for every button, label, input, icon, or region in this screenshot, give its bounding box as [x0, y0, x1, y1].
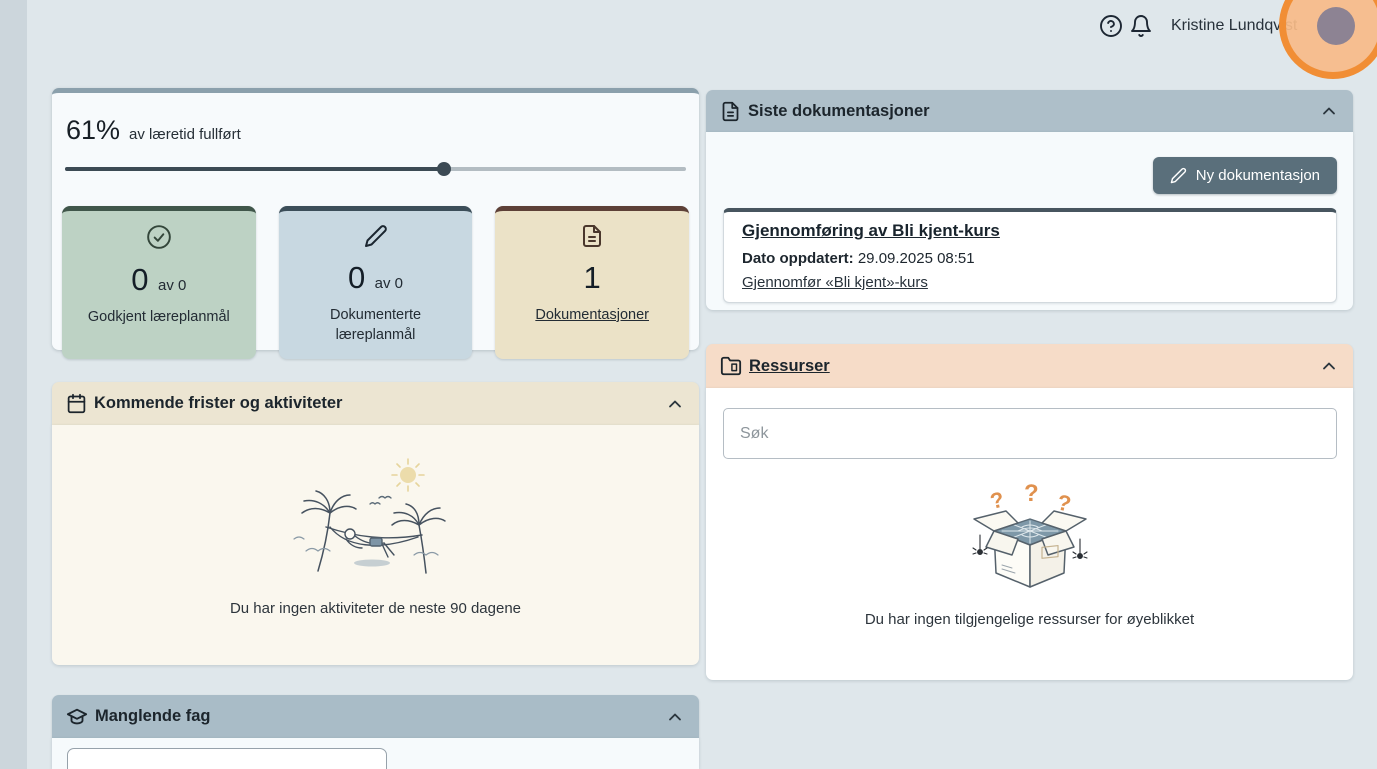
- progress-summary-card: 61% av læretid fullført 0 av 0 Godkjent …: [52, 88, 699, 350]
- stat-label: Dokumenterte læreplanmål: [279, 305, 473, 346]
- check-circle-icon: [62, 224, 256, 250]
- missing-subjects-select[interactable]: [67, 748, 387, 769]
- chevron-up-icon[interactable]: [1319, 101, 1339, 121]
- documentations-title: Siste dokumentasjoner: [748, 102, 930, 121]
- help-icon[interactable]: [1099, 14, 1123, 38]
- stat-card-documentations: 1 Dokumentasjoner: [495, 206, 689, 359]
- progress-thumb[interactable]: [437, 162, 451, 176]
- resources-panel: Ressurser ? ? ?: [706, 344, 1353, 680]
- progress-label: av læretid fullført: [129, 126, 241, 143]
- documentation-course-link[interactable]: Gjennomfør «Bli kjent»-kurs: [742, 274, 928, 291]
- documentation-date-value: 29.09.2025 08:51: [854, 250, 975, 267]
- notifications-bell-icon[interactable]: [1129, 13, 1153, 39]
- resources-search-input[interactable]: [723, 408, 1337, 459]
- documentation-date: Dato oppdatert: 29.09.2025 08:51: [742, 250, 1318, 267]
- resources-empty-message: Du har ingen tilgjengelige ressurser for…: [706, 611, 1353, 628]
- missing-subjects-header[interactable]: Manglende fag: [52, 695, 699, 738]
- stat-card-approved-goals: 0 av 0 Godkjent læreplanmål: [62, 206, 256, 359]
- stat-suffix: av 0: [158, 277, 186, 294]
- new-documentation-button[interactable]: Ny dokumentasjon: [1153, 157, 1337, 194]
- chevron-up-icon[interactable]: [665, 394, 685, 414]
- activities-panel-body: Du har ingen aktiviteter de neste 90 dag…: [52, 425, 699, 665]
- missing-subjects-title: Manglende fag: [95, 707, 211, 726]
- activities-title: Kommende frister og aktiviteter: [94, 394, 342, 413]
- stat-card-documented-goals: 0 av 0 Dokumenterte læreplanmål: [279, 206, 473, 359]
- documentation-title-link[interactable]: Gjennomføring av Bli kjent-kurs: [742, 221, 1000, 240]
- beach-hammock-illustration: [286, 451, 466, 583]
- stat-value: 0: [131, 262, 148, 297]
- documentations-body: Ny dokumentasjon Gjennomføring av Bli kj…: [706, 132, 1353, 310]
- stat-value: 1: [584, 260, 601, 295]
- stat-value: 0: [348, 260, 365, 295]
- chevron-up-icon[interactable]: [1319, 356, 1339, 376]
- calendar-icon: [66, 393, 87, 414]
- documentations-header[interactable]: Siste dokumentasjoner: [706, 90, 1353, 132]
- avatar[interactable]: [1317, 7, 1355, 45]
- chevron-up-icon[interactable]: [665, 707, 685, 727]
- documentation-card: Gjennomføring av Bli kjent-kurs Dato opp…: [723, 208, 1337, 303]
- documentation-date-label: Dato oppdatert:: [742, 250, 854, 267]
- svg-text:?: ?: [987, 487, 1005, 514]
- activities-empty-message: Du har ingen aktiviteter de neste 90 dag…: [52, 600, 699, 617]
- progress-slider[interactable]: [65, 162, 686, 176]
- progress-percent: 61%: [66, 115, 120, 146]
- resources-header[interactable]: Ressurser: [706, 344, 1353, 388]
- progress-fill: [65, 167, 444, 171]
- new-documentation-label: Ny dokumentasjon: [1196, 167, 1320, 184]
- missing-subjects-body: [52, 738, 699, 769]
- pencil-icon: [1170, 167, 1187, 184]
- empty-box-illustration: ? ? ?: [950, 473, 1110, 603]
- documentations-link[interactable]: Dokumentasjoner: [495, 305, 689, 325]
- stat-label: Godkjent læreplanmål: [62, 307, 256, 327]
- documentations-panel: Siste dokumentasjoner Ny dokumentasjon G…: [706, 90, 1353, 310]
- pencil-icon: [279, 224, 473, 248]
- resources-body: ? ? ?: [706, 388, 1353, 680]
- resources-title-link[interactable]: Ressurser: [749, 357, 830, 376]
- folder-document-icon: [720, 355, 742, 377]
- document-icon: [720, 101, 741, 122]
- collapsed-sidebar[interactable]: [0, 0, 27, 769]
- activities-panel-header[interactable]: Kommende frister og aktiviteter: [52, 382, 699, 425]
- activities-panel: Kommende frister og aktiviteter: [52, 382, 699, 665]
- document-icon: [495, 224, 689, 248]
- graduation-cap-icon: [66, 706, 88, 728]
- svg-text:?: ?: [1024, 480, 1039, 507]
- stat-suffix: av 0: [375, 275, 403, 292]
- missing-subjects-panel: Manglende fag: [52, 695, 699, 769]
